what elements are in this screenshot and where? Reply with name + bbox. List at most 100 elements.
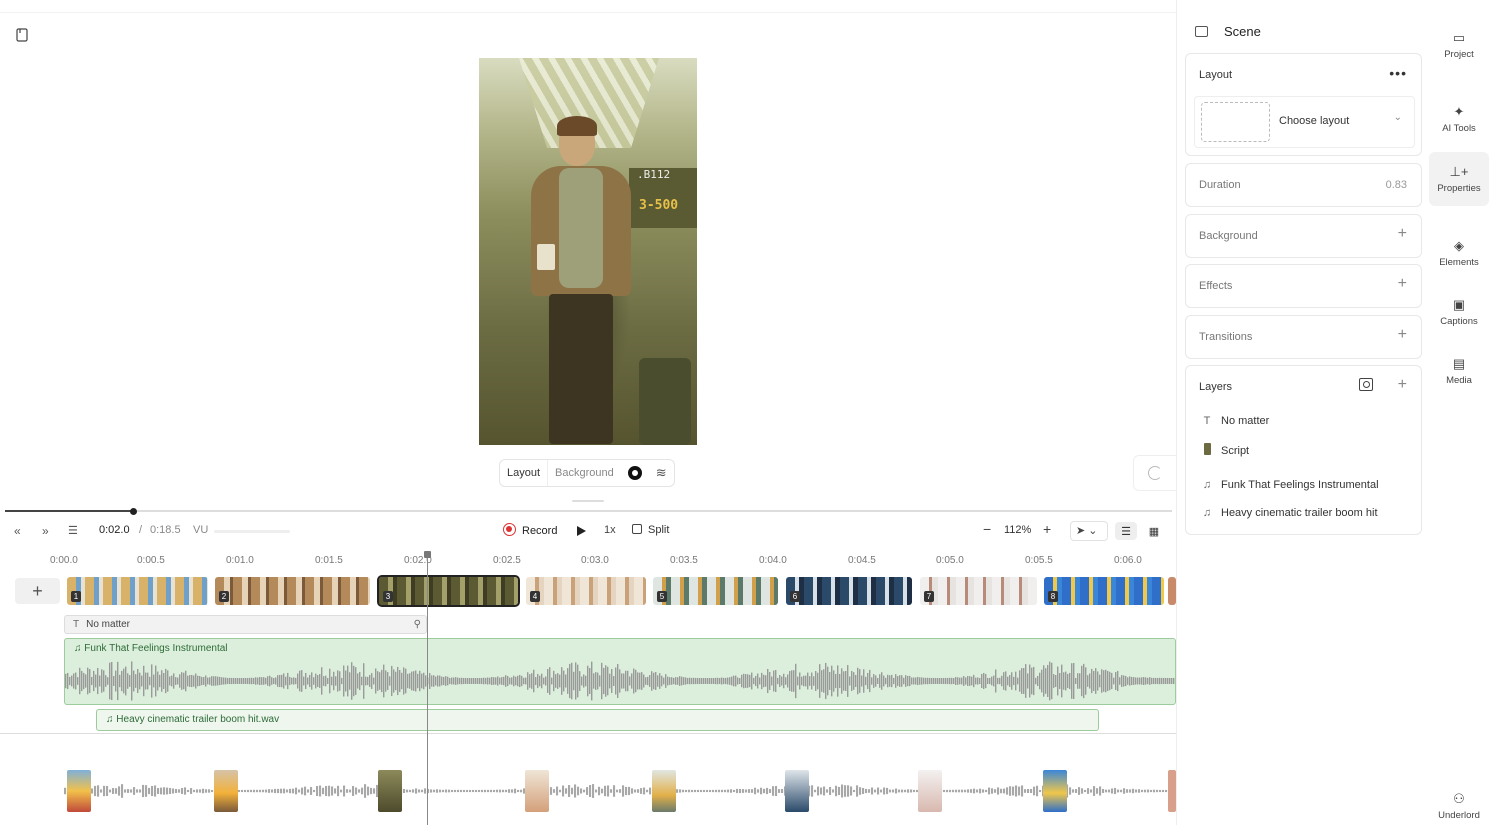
text-track-clip[interactable]: T No matter ⚲	[64, 615, 427, 634]
nav-label: Elements	[1439, 257, 1479, 268]
scene-clip[interactable]: 8	[1044, 577, 1164, 605]
add-scene-button[interactable]: +	[15, 578, 60, 604]
nav-label: Captions	[1440, 316, 1478, 327]
list-view-icon[interactable]: ☰	[1115, 522, 1137, 540]
nav-elements[interactable]: ◈ Elements	[1429, 226, 1489, 280]
playhead-line[interactable]	[427, 553, 428, 825]
layers-icon[interactable]: ≋	[656, 465, 667, 481]
scene-clip[interactable]: 5	[653, 577, 778, 605]
video-preview[interactable]: .B112 3-500	[479, 58, 697, 445]
nav-project[interactable]: ▭ Project	[1429, 18, 1489, 72]
select-tool-dropdown[interactable]: ➤ ⌄	[1070, 521, 1108, 541]
scene-thumbnail[interactable]	[378, 770, 402, 812]
coffee-cup	[537, 244, 555, 270]
screenshot-icon[interactable]	[1359, 378, 1373, 391]
layer-item[interactable]: ♫ Heavy cinematic trailer boom hit	[1200, 507, 1378, 519]
current-time: 0:02.0	[99, 524, 130, 536]
add-background-icon[interactable]: +	[1398, 225, 1407, 243]
ruler-tick: 0:02.5	[493, 555, 521, 566]
effects-card[interactable]: Effects +	[1185, 264, 1422, 308]
person-legs	[549, 294, 613, 444]
scrubber-progress	[5, 510, 134, 512]
playback-scrubber[interactable]	[5, 510, 1172, 512]
audio-track-funk[interactable]: ♫ Funk That Feelings Instrumental	[64, 638, 1176, 705]
speed-button[interactable]: 1x	[604, 524, 616, 536]
background-color-icon[interactable]	[627, 466, 642, 480]
background-card[interactable]: Background +	[1185, 214, 1422, 258]
panel-title: Scene	[1224, 24, 1261, 39]
duration-value[interactable]: 0.83	[1386, 179, 1407, 191]
choose-layout-dropdown[interactable]: Choose layout ⌄	[1194, 96, 1415, 148]
loading-button[interactable]	[1133, 455, 1177, 491]
audio-track-boom[interactable]: ♫ Heavy cinematic trailer boom hit.wav	[96, 709, 1099, 731]
person-hair	[557, 116, 597, 136]
layout-button[interactable]: Layout	[500, 460, 547, 486]
split-button[interactable]: Split	[632, 524, 669, 536]
scene-number: 8	[1048, 591, 1058, 602]
shapes-icon: ◈	[1454, 238, 1464, 253]
grid-view-icon[interactable]: ▦	[1143, 522, 1165, 540]
media-icon: ▤	[1452, 356, 1466, 371]
canvas-area: .B112 3-500 Layout Background ≋	[0, 12, 1177, 506]
choose-layout-label: Choose layout	[1279, 115, 1350, 127]
scene-clip[interactable]: 1	[67, 577, 208, 605]
scene-clip[interactable]: 7	[920, 577, 1037, 605]
vu-label: VU	[193, 524, 209, 536]
nav-media[interactable]: ▤ Media	[1429, 344, 1489, 398]
scene-clip[interactable]: 6	[786, 577, 912, 605]
transitions-card[interactable]: Transitions +	[1185, 315, 1422, 359]
timeline-ruler[interactable]: 0:00.0 0:00.5 0:01.0 0:01.5 0:02.0 0:02.…	[0, 552, 1176, 570]
scene-number: 2	[219, 591, 229, 602]
resize-handle[interactable]	[572, 500, 604, 502]
chapters-icon[interactable]: ☰	[68, 524, 78, 537]
scene-clip-selected[interactable]: 3	[377, 575, 520, 607]
scene-clip-partial[interactable]	[1168, 577, 1176, 605]
play-icon[interactable]	[577, 526, 586, 536]
nav-label: Media	[1446, 375, 1472, 386]
layer-item[interactable]: Script	[1200, 443, 1249, 458]
scene-clip[interactable]: 4	[526, 577, 646, 605]
transitions-label: Transitions	[1199, 331, 1253, 343]
layer-item[interactable]: ♫ Funk That Feelings Instrumental	[1200, 479, 1379, 491]
scene-thumbnail[interactable]	[525, 770, 549, 812]
add-layer-icon[interactable]: +	[1398, 376, 1407, 394]
folder-icon: ▭	[1452, 30, 1466, 45]
layer-item[interactable]: T No matter	[1200, 415, 1270, 427]
music-icon: ♫	[1202, 507, 1212, 519]
music-icon: ♫	[1202, 479, 1212, 491]
duration-card[interactable]: Duration 0.83	[1185, 163, 1422, 207]
scene-thumbnail[interactable]	[67, 770, 91, 812]
scene-thumbnail-partial[interactable]	[1168, 770, 1176, 812]
scene-thumbnail[interactable]	[214, 770, 238, 812]
pin-icon[interactable]: ⚲	[414, 619, 421, 630]
nav-captions[interactable]: ▣ Captions	[1429, 285, 1489, 339]
scene-thumbnail[interactable]	[1043, 770, 1067, 812]
ruler-tick: 0:01.0	[226, 555, 254, 566]
nav-ai-tools[interactable]: ✦ AI Tools	[1429, 92, 1489, 146]
nav-label: Underlord	[1438, 810, 1480, 821]
skip-forward-icon[interactable]: »	[42, 524, 49, 538]
nav-properties[interactable]: ⊥+ Properties	[1429, 152, 1489, 206]
scrubber-knob[interactable]	[130, 508, 137, 515]
add-effect-icon[interactable]: +	[1398, 275, 1407, 293]
more-options-icon[interactable]: •••	[1389, 65, 1407, 81]
nav-underlord[interactable]: ⚇ Underlord	[1429, 786, 1489, 825]
playhead-handle[interactable]	[424, 551, 431, 558]
ruler-tick: 0:05.0	[936, 555, 964, 566]
ruler-tick: 0:00.5	[137, 555, 165, 566]
audio-waveform	[65, 661, 1175, 701]
scene-thumbnail[interactable]	[785, 770, 809, 812]
panel-header: Scene	[1195, 24, 1261, 39]
skip-back-icon[interactable]: «	[14, 524, 21, 538]
zoom-in-icon[interactable]: +	[1043, 521, 1051, 537]
sidebar-toggle-icon[interactable]	[14, 27, 30, 43]
scene-thumbnail[interactable]	[652, 770, 676, 812]
ruler-tick: 0:06.0	[1114, 555, 1142, 566]
zoom-out-icon[interactable]: −	[983, 521, 991, 537]
background-button[interactable]: Background	[547, 460, 621, 486]
scene-thumbnail[interactable]	[918, 770, 942, 812]
scene-clip[interactable]: 2	[215, 577, 370, 605]
record-button[interactable]: Record	[503, 523, 557, 537]
add-transition-icon[interactable]: +	[1398, 326, 1407, 344]
editor-root: .B112 3-500 Layout Background ≋ « » ☰ 0:…	[0, 0, 1490, 825]
